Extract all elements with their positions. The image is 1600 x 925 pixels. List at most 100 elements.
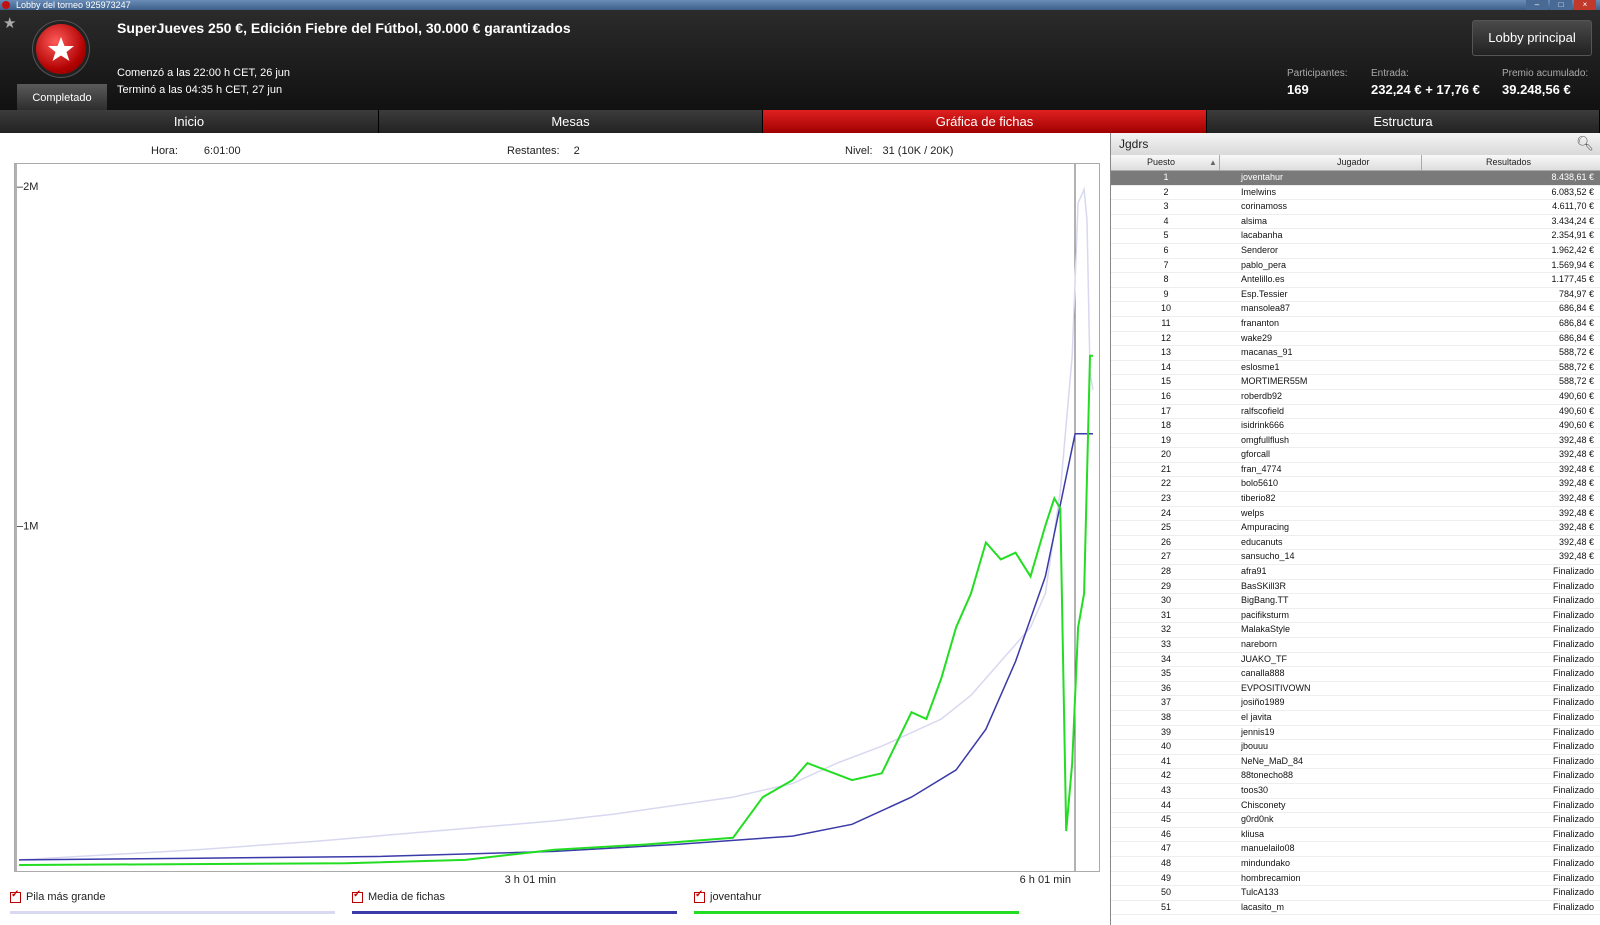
players-table-header: Puesto ▲ Jugador Resultados — [1111, 155, 1600, 171]
table-row[interactable]: 44 Chisconety Finalizado — [1111, 799, 1600, 814]
table-row[interactable]: 34 JUAKO_TF Finalizado — [1111, 653, 1600, 668]
table-row[interactable]: 36 EVPOSITIVOWN Finalizado — [1111, 682, 1600, 697]
table-row[interactable]: 17 ralfscofield 490,60 € — [1111, 405, 1600, 420]
player-position: 30 — [1160, 595, 1171, 606]
table-row[interactable]: 38 el javita Finalizado — [1111, 711, 1600, 726]
minimize-icon[interactable]: – — [1526, 0, 1548, 10]
table-row[interactable]: 22 bolo5610 392,48 € — [1111, 477, 1600, 493]
table-row[interactable]: 28 afra91 Finalizado — [1111, 565, 1600, 580]
table-row[interactable]: 27 sansucho_14 392,48 € — [1111, 550, 1600, 566]
table-row[interactable]: 9 Esp.Tessier 784,97 € — [1111, 288, 1600, 303]
player-result: Finalizado — [1552, 653, 1594, 664]
table-row[interactable]: 23 tiberio82 392,48 € — [1111, 492, 1600, 507]
table-row[interactable]: 24 welps 392,48 € — [1111, 507, 1600, 522]
legend-label: joventahur — [710, 891, 762, 903]
search-icon[interactable]: 🔍︎ — [1576, 135, 1594, 152]
table-row[interactable]: 18 isidrink666 490,60 € — [1111, 419, 1600, 434]
table-row[interactable]: 19 omgfullflush 392,48 € — [1111, 434, 1600, 449]
table-row[interactable]: 48 mindundako Finalizado — [1111, 857, 1600, 872]
legend-item-biggest-stack[interactable]: Pila más grande — [10, 889, 335, 921]
x-tick-label: 3 h 01 min — [505, 874, 556, 886]
table-row[interactable]: 6 Senderor 1.962,42 € — [1111, 244, 1600, 259]
table-row[interactable]: 26 educanuts 392,48 € — [1111, 536, 1600, 551]
table-row[interactable]: 29 BasSKill3R Finalizado — [1111, 580, 1600, 595]
player-position: 42 — [1160, 770, 1171, 781]
table-row[interactable]: 7 pablo_pera 1.569,94 € — [1111, 259, 1600, 274]
table-row[interactable]: 35 canalla888 Finalizado — [1111, 667, 1600, 682]
close-icon[interactable]: × — [1574, 0, 1596, 10]
tab-mesas[interactable]: Mesas — [379, 110, 763, 133]
player-result: 392,48 € — [1558, 449, 1594, 460]
table-row[interactable]: 21 fran_4774 392,48 € — [1111, 463, 1600, 478]
checkbox-icon[interactable] — [694, 889, 705, 903]
table-row[interactable]: 30 BigBang.TT Finalizado — [1111, 594, 1600, 609]
table-row[interactable]: 45 g0rd0nk Finalizado — [1111, 813, 1600, 828]
player-name: hombrecamion — [1241, 872, 1301, 883]
column-header-results[interactable]: Resultados — [1486, 157, 1531, 167]
player-position: 43 — [1160, 784, 1171, 795]
maximize-icon[interactable]: □ — [1550, 0, 1572, 10]
tab-grafica-de-fichas[interactable]: Gráfica de fichas — [763, 110, 1207, 133]
table-row[interactable]: 8 Antelillo.es 1.177,45 € — [1111, 273, 1600, 288]
player-position: 14 — [1160, 361, 1171, 372]
player-name: Ampuracing — [1241, 522, 1290, 533]
player-name: pablo_pera — [1241, 259, 1287, 270]
player-position: 16 — [1160, 390, 1171, 401]
player-name: g0rd0nk — [1241, 814, 1274, 825]
table-row[interactable]: 42 88tonecho88 Finalizado — [1111, 769, 1600, 784]
table-row[interactable]: 40 jbouuu Finalizado — [1111, 740, 1600, 755]
table-row[interactable]: 43 toos30 Finalizado — [1111, 784, 1600, 799]
table-row[interactable]: 10 mansolea87 686,84 € — [1111, 302, 1600, 317]
player-result: Finalizado — [1552, 668, 1594, 679]
player-position: 20 — [1160, 449, 1171, 460]
table-row[interactable]: 25 Ampuracing 392,48 € — [1111, 521, 1600, 536]
column-header-player[interactable]: Jugador — [1337, 157, 1370, 167]
table-row[interactable]: 5 lacabanha 2.354,91 € — [1111, 229, 1600, 244]
table-row[interactable]: 4 alsima 3.434,24 € — [1111, 215, 1600, 230]
time-info: Hora: 6:01:00 — [151, 145, 241, 157]
player-result: 1.177,45 € — [1551, 274, 1594, 285]
table-row[interactable]: 2 Imelwins 6.083,52 € — [1111, 186, 1600, 201]
table-row[interactable]: 11 frananton 686,84 € — [1111, 317, 1600, 332]
table-row[interactable]: 39 jennis19 Finalizado — [1111, 726, 1600, 741]
column-header-position[interactable]: Puesto — [1147, 157, 1175, 167]
player-result: 3.434,24 € — [1551, 215, 1594, 226]
table-row[interactable]: 32 MalakaStyle Finalizado — [1111, 623, 1600, 638]
window-controls: – □ × — [1526, 0, 1596, 10]
table-row[interactable]: 46 kliusa Finalizado — [1111, 828, 1600, 843]
table-row[interactable]: 16 roberdb92 490,60 € — [1111, 390, 1600, 405]
tab-inicio[interactable]: Inicio — [0, 110, 379, 133]
player-result: 588,72 € — [1558, 361, 1594, 372]
remaining-info: Restantes: 2 — [507, 145, 580, 157]
sort-asc-icon[interactable]: ▲ — [1209, 158, 1217, 167]
legend-item-player[interactable]: joventahur — [694, 889, 1019, 921]
table-row[interactable]: 31 pacifiksturm Finalizado — [1111, 609, 1600, 624]
table-row[interactable]: 47 manuelailo08 Finalizado — [1111, 842, 1600, 857]
player-position: 28 — [1160, 566, 1171, 577]
table-row[interactable]: 50 TulcA133 Finalizado — [1111, 886, 1600, 901]
player-result: 686,84 € — [1558, 303, 1594, 314]
table-row[interactable]: 51 lacasito_m Finalizado — [1111, 901, 1600, 916]
player-position: 41 — [1160, 755, 1171, 766]
table-row[interactable]: 13 macanas_91 588,72 € — [1111, 346, 1600, 361]
table-row[interactable]: 3 corinamoss 4.611,70 € — [1111, 200, 1600, 215]
checkbox-icon[interactable] — [10, 889, 21, 903]
checkbox-icon[interactable] — [352, 889, 363, 903]
main-lobby-button[interactable]: Lobby principal — [1472, 20, 1592, 56]
table-row[interactable]: 20 gforcall 392,48 € — [1111, 448, 1600, 463]
table-row[interactable]: 12 wake29 686,84 € — [1111, 332, 1600, 347]
favorite-star-icon[interactable]: ★ — [3, 14, 16, 32]
table-row[interactable]: 14 eslosme1 588,72 € — [1111, 361, 1600, 376]
player-name: isidrink666 — [1241, 420, 1285, 431]
table-row[interactable]: 41 NeNe_MaD_84 Finalizado — [1111, 755, 1600, 770]
player-position: 26 — [1160, 536, 1171, 547]
table-row[interactable]: 37 josiño1989 Finalizado — [1111, 696, 1600, 711]
table-row[interactable]: 15 MORTIMER55M 588,72 € — [1111, 375, 1600, 390]
player-result: 392,48 € — [1558, 522, 1594, 533]
player-name: Antelillo.es — [1241, 274, 1285, 285]
tab-estructura[interactable]: Estructura — [1207, 110, 1600, 133]
legend-item-average-stack[interactable]: Media de fichas — [352, 889, 677, 921]
table-row[interactable]: 49 hombrecamion Finalizado — [1111, 872, 1600, 887]
table-row[interactable]: 33 nareborn Finalizado — [1111, 638, 1600, 653]
table-row[interactable]: 1 joventahur 8.438,61 € — [1111, 171, 1600, 186]
